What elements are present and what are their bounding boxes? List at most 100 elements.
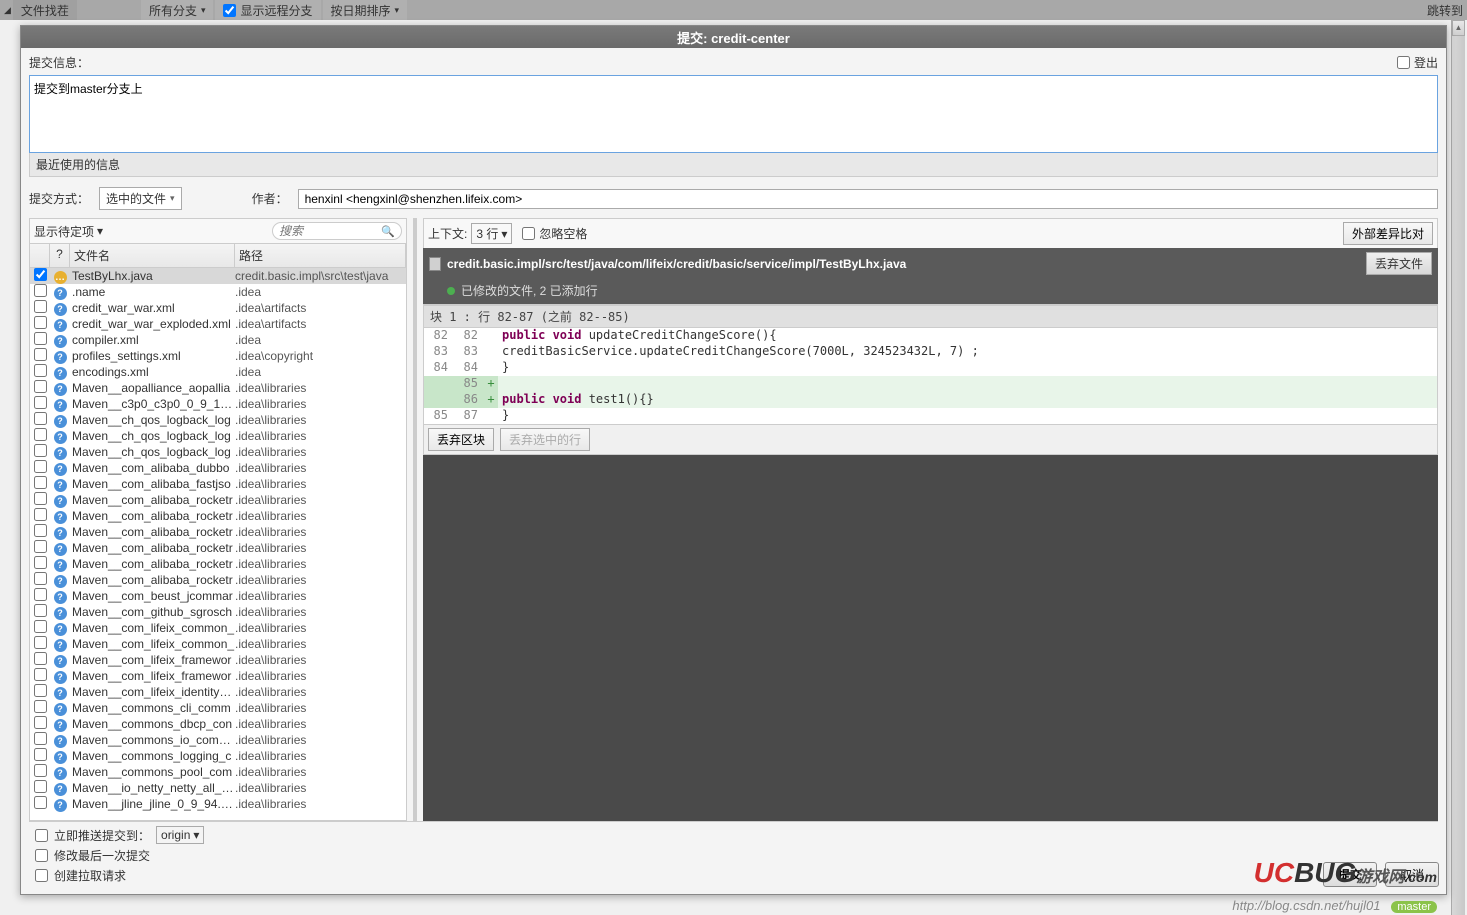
file-search-tab[interactable]: 文件找茬	[13, 0, 77, 20]
file-checkbox[interactable]	[34, 428, 47, 441]
file-row[interactable]: ?credit_war_war_exploded.xml.idea\artifa…	[30, 316, 406, 332]
ignore-whitespace-check[interactable]: 忽略空格	[522, 225, 587, 242]
file-row[interactable]: ?Maven__com_alibaba_rocketr.idea\librari…	[30, 540, 406, 556]
file-row[interactable]: ?.name.idea	[30, 284, 406, 300]
file-row[interactable]: ?Maven__com_alibaba_rocketr.idea\librari…	[30, 556, 406, 572]
file-checkbox[interactable]	[34, 460, 47, 473]
discard-hunk-button[interactable]: 丢弃区块	[428, 428, 494, 451]
q-column-header[interactable]: ?	[50, 244, 70, 267]
diff-line[interactable]: 86+ public void test1(){}	[424, 392, 1437, 408]
file-row[interactable]: ?Maven__jline_jline_0_9_94.xml.idea\libr…	[30, 796, 406, 812]
discard-file-button[interactable]: 丢弃文件	[1366, 252, 1432, 275]
file-checkbox[interactable]	[34, 732, 47, 745]
author-input[interactable]	[298, 189, 1438, 209]
file-row[interactable]: ?profiles_settings.xml.idea\copyright	[30, 348, 406, 364]
collapse-icon[interactable]: ◢	[4, 5, 11, 16]
file-checkbox[interactable]	[34, 380, 47, 393]
file-row[interactable]: ?Maven__commons_cli_comm.idea\libraries	[30, 700, 406, 716]
pull-request-option[interactable]: 创建拉取请求	[35, 867, 1432, 884]
file-row[interactable]: ?credit_war_war.xml.idea\artifacts	[30, 300, 406, 316]
file-row[interactable]: ?Maven__com_lifeix_identity_id.idea\libr…	[30, 684, 406, 700]
file-list[interactable]: …TestByLhx.javacredit.basic.impl\src\tes…	[30, 268, 406, 820]
diff-line[interactable]: 8587}	[424, 408, 1437, 424]
external-diff-button[interactable]: 外部差异比对	[1343, 222, 1433, 245]
diff-line[interactable]: 85+	[424, 376, 1437, 392]
file-checkbox[interactable]	[34, 668, 47, 681]
file-row[interactable]: ?Maven__com_alibaba_rocketr.idea\librari…	[30, 572, 406, 588]
file-checkbox[interactable]	[34, 508, 47, 521]
cancel-button[interactable]: 取消	[1385, 862, 1439, 887]
splitter[interactable]	[413, 218, 417, 821]
file-checkbox[interactable]	[34, 524, 47, 537]
file-row[interactable]: ?Maven__com_alibaba_rocketr.idea\librari…	[30, 492, 406, 508]
file-checkbox[interactable]	[34, 556, 47, 569]
file-checkbox[interactable]	[34, 636, 47, 649]
file-row[interactable]: ?encodings.xml.idea	[30, 364, 406, 380]
file-checkbox[interactable]	[34, 300, 47, 313]
file-checkbox[interactable]	[34, 364, 47, 377]
file-checkbox[interactable]	[34, 780, 47, 793]
file-row[interactable]: ?Maven__commons_pool_com.idea\libraries	[30, 764, 406, 780]
context-lines-combo[interactable]: 3 行▾	[471, 223, 512, 244]
file-row[interactable]: …TestByLhx.javacredit.basic.impl\src\tes…	[30, 268, 406, 284]
file-row[interactable]: ?Maven__ch_qos_logback_log.idea\librarie…	[30, 428, 406, 444]
file-checkbox[interactable]	[34, 396, 47, 409]
file-checkbox[interactable]	[34, 748, 47, 761]
file-checkbox[interactable]	[34, 348, 47, 361]
file-row[interactable]: ?Maven__com_alibaba_dubbo.idea\libraries	[30, 460, 406, 476]
logout-check[interactable]: 登出	[1397, 54, 1438, 71]
file-row[interactable]: ?Maven__ch_qos_logback_log.idea\librarie…	[30, 444, 406, 460]
file-checkbox[interactable]	[34, 588, 47, 601]
file-row[interactable]: ?Maven__com_beust_jcommar.idea\libraries	[30, 588, 406, 604]
file-search-input[interactable]: 🔍	[272, 222, 402, 240]
file-checkbox[interactable]	[34, 492, 47, 505]
file-checkbox[interactable]	[34, 620, 47, 633]
file-checkbox[interactable]	[34, 796, 47, 809]
file-row[interactable]: ?Maven__aopalliance_aopallia.idea\librar…	[30, 380, 406, 396]
commit-mode-combo[interactable]: 选中的文件▾	[99, 187, 182, 210]
file-row[interactable]: ?Maven__com_alibaba_rocketr.idea\librari…	[30, 524, 406, 540]
diff-body[interactable]: 块 1 : 行 82-87 (之前 82--85) 8282 public vo…	[423, 304, 1438, 425]
sort-combo[interactable]: 按日期排序▾	[323, 0, 408, 20]
show-remote-check[interactable]: 显示远程分支	[215, 0, 320, 20]
file-row[interactable]: ?Maven__commons_logging_c.idea\libraries	[30, 748, 406, 764]
file-checkbox[interactable]	[34, 572, 47, 585]
amend-option[interactable]: 修改最后一次提交	[35, 847, 1432, 864]
file-checkbox[interactable]	[34, 716, 47, 729]
push-remote-combo[interactable]: origin▾	[156, 826, 204, 844]
file-row[interactable]: ?Maven__com_lifeix_framewor.idea\librari…	[30, 668, 406, 684]
vertical-scrollbar[interactable]: ▲	[1451, 20, 1465, 915]
pending-items-combo[interactable]: 显示待定项 ▾	[34, 223, 266, 240]
file-checkbox[interactable]	[34, 332, 47, 345]
file-row[interactable]: ?Maven__commons_io_commo.idea\libraries	[30, 732, 406, 748]
file-checkbox[interactable]	[34, 476, 47, 489]
file-checkbox[interactable]	[34, 652, 47, 665]
file-row[interactable]: ?Maven__com_alibaba_rocketr.idea\librari…	[30, 508, 406, 524]
commit-button[interactable]: 提交	[1323, 862, 1377, 887]
file-row[interactable]: ?Maven__com_lifeix_framewor.idea\librari…	[30, 652, 406, 668]
file-row[interactable]: ?Maven__com_lifeix_common_.idea\librarie…	[30, 620, 406, 636]
file-row[interactable]: ?compiler.xml.idea	[30, 332, 406, 348]
file-checkbox[interactable]	[34, 700, 47, 713]
file-row[interactable]: ?Maven__com_alibaba_fastjso.idea\librari…	[30, 476, 406, 492]
file-checkbox[interactable]	[34, 268, 47, 281]
commit-message-input[interactable]: 提交到master分支上	[29, 75, 1438, 153]
path-column-header[interactable]: 路径	[235, 244, 406, 267]
file-checkbox[interactable]	[34, 412, 47, 425]
file-row[interactable]: ?Maven__com_lifeix_common_.idea\librarie…	[30, 636, 406, 652]
discard-selected-lines-button[interactable]: 丢弃选中的行	[500, 428, 590, 451]
scroll-up-icon[interactable]: ▲	[1452, 20, 1465, 36]
name-column-header[interactable]: 文件名	[70, 244, 235, 267]
recent-messages-row[interactable]: 最近使用的信息	[29, 153, 1438, 177]
file-row[interactable]: ?Maven__commons_dbcp_con.idea\libraries	[30, 716, 406, 732]
file-row[interactable]: ?Maven__io_netty_netty_all_4_0.idea\libr…	[30, 780, 406, 796]
diff-line[interactable]: 8282 public void updateCreditChangeScore…	[424, 328, 1437, 344]
all-branches-combo[interactable]: 所有分支▾	[141, 0, 214, 20]
file-checkbox[interactable]	[34, 684, 47, 697]
file-row[interactable]: ?Maven__c3p0_c3p0_0_9_1_2.x.idea\librari…	[30, 396, 406, 412]
file-checkbox[interactable]	[34, 540, 47, 553]
file-checkbox[interactable]	[34, 604, 47, 617]
push-now-option[interactable]: 立即推送提交到： origin▾	[35, 826, 1432, 844]
file-row[interactable]: ?Maven__ch_qos_logback_log.idea\librarie…	[30, 412, 406, 428]
jump-to-label[interactable]: 跳转到	[1427, 2, 1463, 19]
